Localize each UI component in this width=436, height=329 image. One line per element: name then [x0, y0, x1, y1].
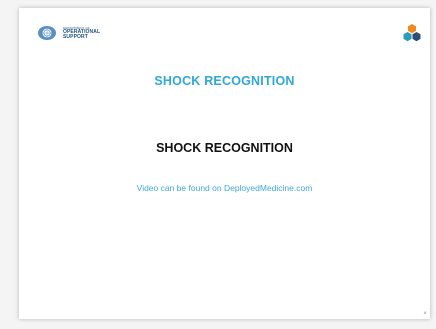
un-emblem-icon	[38, 26, 56, 40]
main-title: SHOCK RECOGNITION	[156, 141, 293, 155]
video-note: Video can be found on DeployedMedicine.c…	[136, 183, 313, 193]
page-number: 4	[423, 310, 426, 315]
section-title: SHOCK RECOGNITION	[154, 74, 295, 88]
department-logo: DEPARTMENT OF OPERATIONAL SUPPORT	[37, 25, 100, 41]
slide-viewer: DEPARTMENT OF OPERATIONAL SUPPORT SHOCK …	[0, 0, 436, 329]
slide: DEPARTMENT OF OPERATIONAL SUPPORT SHOCK …	[19, 8, 430, 319]
hexagon-cluster-icon	[403, 24, 421, 42]
department-line-2: SUPPORT	[63, 33, 88, 40]
department-name: DEPARTMENT OF OPERATIONAL SUPPORT	[63, 26, 100, 40]
